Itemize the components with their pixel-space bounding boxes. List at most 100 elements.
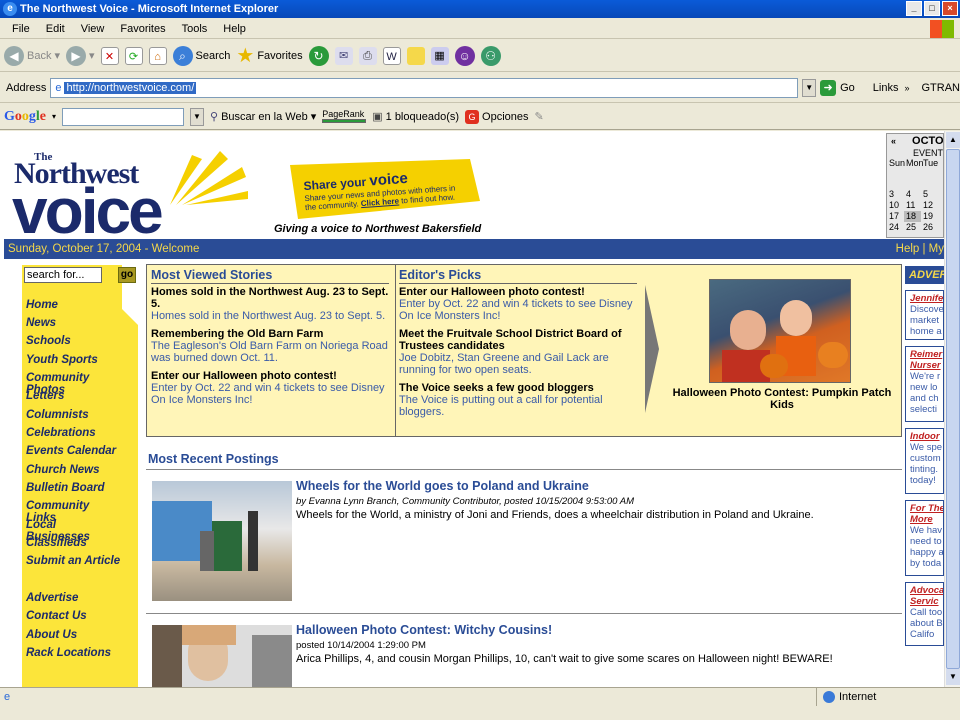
- help-link[interactable]: Help | My: [896, 239, 944, 259]
- story-summary[interactable]: The Voice is putting out a call for pote…: [399, 394, 637, 418]
- story-summary[interactable]: Homes sold in the Northwest Aug. 23 to S…: [151, 310, 389, 322]
- nav-advertise[interactable]: Advertise: [26, 592, 78, 604]
- nav-contact-us[interactable]: Contact Us: [26, 610, 87, 622]
- cal-day[interactable]: 25: [904, 222, 921, 233]
- cal-day[interactable]: 11: [904, 200, 921, 211]
- scroll-thumb[interactable]: [946, 149, 960, 669]
- nav-submit-article[interactable]: Submit an Article: [26, 555, 120, 567]
- cal-day[interactable]: 19: [921, 211, 938, 222]
- refresh-icon[interactable]: ⟳: [124, 46, 143, 65]
- popup-blocker-button[interactable]: ▣ 1 bloqueado(s): [372, 110, 459, 124]
- maximize-button[interactable]: □: [924, 1, 940, 16]
- story-title-link[interactable]: Meet the Fruitvale School District Board…: [399, 328, 637, 352]
- back-button[interactable]: ◀ Back ▾: [4, 45, 60, 66]
- stop-icon[interactable]: ✕: [100, 46, 119, 65]
- nav-rack-locations[interactable]: Rack Locations: [26, 647, 111, 659]
- go-button[interactable]: Go: [840, 82, 855, 94]
- story-title-link[interactable]: Enter our Halloween photo contest!: [151, 370, 389, 382]
- welcome-link[interactable]: Welcome: [152, 243, 200, 255]
- forward-button[interactable]: ▶ ▾: [66, 45, 95, 66]
- options-button[interactable]: G Opciones: [465, 109, 529, 124]
- featured-photo-caption[interactable]: Halloween Photo Contest: Pumpkin Patch K…: [667, 387, 897, 411]
- cal-day[interactable]: 4: [904, 189, 921, 200]
- cal-day[interactable]: 24: [887, 222, 904, 233]
- featured-photo[interactable]: [709, 279, 851, 383]
- mail-icon[interactable]: ✉: [334, 46, 353, 65]
- links-button[interactable]: Links: [873, 82, 899, 94]
- nav-news[interactable]: News: [26, 317, 56, 329]
- vertical-scrollbar[interactable]: ▲ ▼: [944, 131, 960, 687]
- home-icon[interactable]: ⌂: [148, 46, 167, 65]
- menu-view[interactable]: View: [73, 23, 113, 35]
- ad-box[interactable]: For The More We hav need to happy a by t…: [905, 500, 944, 576]
- site-search-input[interactable]: search for...: [24, 267, 102, 283]
- nav-classifieds[interactable]: Classifieds: [26, 537, 87, 549]
- research-icon[interactable]: ▦: [430, 46, 449, 65]
- pencil-icon[interactable]: ✎: [535, 110, 544, 123]
- story-title-link[interactable]: Remembering the Old Barn Farm: [151, 328, 389, 340]
- post-title-link[interactable]: Halloween Photo Contest: Witchy Cousins!: [296, 623, 552, 637]
- menu-edit[interactable]: Edit: [38, 23, 73, 35]
- yahoo-messenger-icon[interactable]: ☺: [454, 45, 475, 66]
- search-web-button[interactable]: ⚲ Buscar en la Web ▾: [210, 110, 316, 124]
- print-icon[interactable]: ⎙: [358, 46, 377, 65]
- story-title-link[interactable]: Homes sold in the Northwest Aug. 23 to S…: [151, 286, 389, 310]
- menu-favorites[interactable]: Favorites: [112, 23, 173, 35]
- note-icon[interactable]: [406, 46, 425, 65]
- ad-box[interactable]: Jennife Discove market home a: [905, 290, 944, 340]
- close-button[interactable]: ×: [942, 1, 958, 16]
- menu-file[interactable]: File: [4, 23, 38, 35]
- nav-columnists[interactable]: Columnists: [26, 409, 89, 421]
- story-summary[interactable]: Enter by Oct. 22 and win 4 tickets to se…: [151, 382, 389, 406]
- search-button[interactable]: ⌕ Search: [172, 45, 230, 66]
- ad-box[interactable]: Reimer Nurser We're r new lo and ch sele…: [905, 346, 944, 422]
- menu-tools[interactable]: Tools: [174, 23, 216, 35]
- history-icon[interactable]: ↻: [308, 45, 329, 66]
- story-summary[interactable]: The Eagleson's Old Barn Farm on Noriega …: [151, 340, 389, 364]
- address-input[interactable]: e http://northwestvoice.com/: [50, 77, 799, 98]
- nav-letters[interactable]: Letters: [26, 390, 64, 402]
- google-search-input[interactable]: [62, 107, 185, 126]
- address-dropdown[interactable]: ▼: [802, 78, 817, 97]
- cal-day[interactable]: 17: [887, 211, 904, 222]
- story-title-link[interactable]: Enter our Halloween photo contest!: [399, 286, 637, 298]
- site-logo[interactable]: The Northwest voice: [12, 147, 262, 243]
- google-logo[interactable]: Google: [4, 109, 46, 125]
- cal-day[interactable]: 5: [921, 189, 938, 200]
- scroll-up-icon[interactable]: ▲: [946, 132, 960, 148]
- site-search-go-button[interactable]: go: [118, 267, 136, 283]
- scroll-down-icon[interactable]: ▼: [946, 669, 960, 685]
- cal-day[interactable]: 10: [887, 200, 904, 211]
- nav-events-calendar[interactable]: Events Calendar: [26, 445, 116, 457]
- nav-church-news[interactable]: Church News: [26, 464, 100, 476]
- cal-day[interactable]: 12: [921, 200, 938, 211]
- nav-about-us[interactable]: About Us: [26, 629, 77, 641]
- chevron-icon[interactable]: »: [904, 83, 909, 93]
- gtran-button[interactable]: GTRAN: [922, 82, 960, 94]
- favorites-button[interactable]: ★ Favorites: [236, 43, 302, 68]
- post-title-link[interactable]: Wheels for the World goes to Poland and …: [296, 479, 589, 493]
- nav-youth-sports[interactable]: Youth Sports: [26, 354, 98, 366]
- menu-help[interactable]: Help: [215, 23, 254, 35]
- post-photo[interactable]: [152, 481, 292, 601]
- share-your-voice-banner[interactable]: Share your voice Share your news and pho…: [290, 159, 480, 219]
- post-photo[interactable]: [152, 625, 292, 687]
- calendar-prev-icon[interactable]: «: [891, 136, 896, 146]
- messenger-icon[interactable]: ⚇: [480, 45, 501, 66]
- nav-home[interactable]: Home: [26, 299, 58, 311]
- ad-box[interactable]: Advoca Servic Call too about B Califo: [905, 582, 944, 646]
- story-summary[interactable]: Enter by Oct. 22 and win 4 tickets to se…: [399, 298, 637, 322]
- ad-box[interactable]: Indoor We spe custom tinting. today!: [905, 428, 944, 494]
- edit-icon[interactable]: W: [382, 46, 401, 65]
- go-arrow-icon[interactable]: ➜: [820, 79, 837, 96]
- google-menu-dropdown[interactable]: ▾: [52, 112, 56, 121]
- story-summary[interactable]: Joe Dobitz, Stan Greene and Gail Lack ar…: [399, 352, 637, 376]
- nav-bulletin-board[interactable]: Bulletin Board: [26, 482, 105, 494]
- cal-day-today[interactable]: 18: [904, 211, 921, 222]
- nav-schools[interactable]: Schools: [26, 335, 71, 347]
- google-search-dropdown[interactable]: ▼: [190, 107, 205, 126]
- minimize-button[interactable]: _: [906, 1, 922, 16]
- cal-day[interactable]: 3: [887, 189, 904, 200]
- cal-day[interactable]: 26: [921, 222, 938, 233]
- nav-celebrations[interactable]: Celebrations: [26, 427, 96, 439]
